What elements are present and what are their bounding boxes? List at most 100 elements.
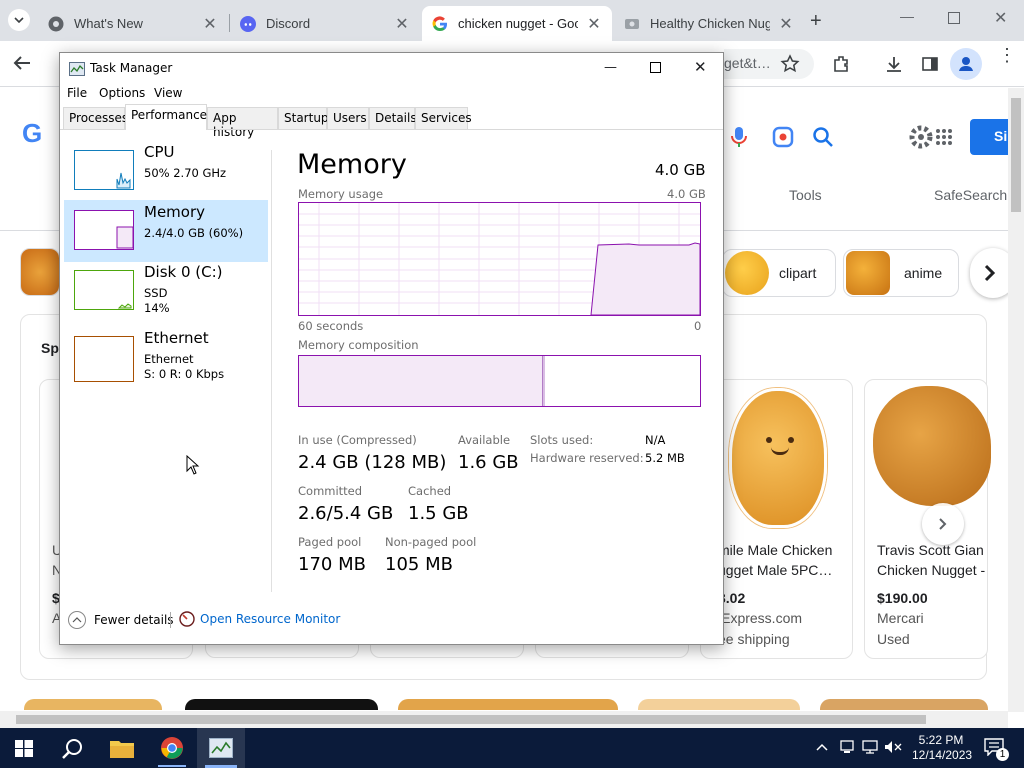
scrollbar-thumb[interactable] (16, 715, 926, 724)
chip-anime[interactable]: anime (843, 249, 959, 297)
profile-avatar[interactable] (950, 48, 982, 80)
tab-startup[interactable]: Startup (278, 107, 329, 129)
result-image[interactable] (820, 699, 988, 710)
tools-tab[interactable]: Tools (789, 185, 822, 205)
product-title[interactable]: ugget Male 5PC… (718, 560, 832, 580)
result-image[interactable] (398, 699, 618, 710)
product-title[interactable]: Chicken Nugget - (877, 560, 985, 580)
browser-tab-strip: What's New ✕ Discord ✕ chicken nugget - … (0, 0, 1024, 41)
menu-options[interactable]: Options (99, 86, 145, 100)
settings-gear-icon[interactable] (908, 124, 934, 150)
tm-close-button[interactable]: ✕ (694, 58, 707, 76)
hardware-reserved-value: 5.2 MB (645, 451, 685, 465)
menu-view[interactable]: View (154, 86, 182, 100)
non-paged-pool-value: 105 MB (385, 554, 453, 575)
tab-discord[interactable]: Discord ✕ (230, 6, 420, 41)
result-image[interactable] (638, 699, 800, 710)
volume-muted-icon[interactable] (884, 740, 902, 754)
chrome-menu-icon[interactable]: ⋮ (998, 46, 1016, 64)
tm-maximize-button[interactable] (650, 62, 661, 73)
sign-in-button[interactable]: Si (970, 119, 1008, 155)
paged-pool-label: Paged pool (298, 535, 362, 549)
tm-minimize-button[interactable]: — (604, 60, 617, 75)
product-title[interactable]: mile Male Chicken (718, 540, 832, 560)
download-icon[interactable] (884, 54, 904, 74)
cached-label: Cached (408, 484, 452, 498)
tab-services[interactable]: Services (415, 107, 472, 129)
open-resource-monitor-link[interactable]: Open Resource Monitor (179, 611, 340, 627)
device-icon[interactable] (840, 740, 854, 754)
search-icon[interactable] (812, 126, 834, 148)
chips-next-button[interactable] (970, 248, 1008, 298)
product-image (873, 386, 991, 506)
result-image[interactable] (24, 699, 162, 710)
windows-start-icon[interactable] (15, 740, 33, 757)
tab-whats-new[interactable]: What's New ✕ (38, 6, 228, 41)
memory-thumbnail-graph (74, 210, 134, 250)
task-manager-icon (69, 62, 85, 76)
extensions-icon[interactable] (831, 54, 851, 74)
tab-users[interactable]: Users (327, 107, 369, 129)
taskbar-task-manager[interactable] (197, 728, 245, 768)
close-tab-icon[interactable]: ✕ (394, 14, 410, 34)
chip-clipart[interactable]: clipart (722, 249, 836, 297)
lens-icon[interactable] (772, 126, 794, 148)
star-icon[interactable] (780, 54, 800, 74)
back-arrow-icon[interactable] (13, 55, 31, 71)
file-explorer-icon[interactable] (110, 738, 134, 758)
memory-usage-graph (298, 202, 701, 316)
active-indicator (158, 765, 186, 767)
sidebar-item-ethernet[interactable]: Ethernet Ethernet S: 0 R: 0 Kbps (64, 326, 268, 388)
side-panel-icon[interactable] (920, 54, 940, 74)
person-icon (959, 57, 973, 71)
scrollbar-thumb[interactable] (1011, 98, 1021, 212)
minimize-button[interactable]: — (900, 8, 914, 24)
tab-chicken-nugget[interactable]: chicken nugget - Goo ✕ (422, 6, 612, 41)
task-manager-icon (209, 738, 233, 758)
discord-icon (240, 15, 256, 32)
close-tab-icon[interactable]: ✕ (202, 14, 218, 34)
product-store: iExpress.com (718, 610, 803, 626)
chip-image[interactable] (20, 248, 60, 296)
network-icon[interactable] (862, 740, 878, 754)
tab-details[interactable]: Details (369, 107, 417, 129)
system-clock[interactable]: 5:22 PM 12/14/2023 (912, 733, 972, 763)
tab-performance[interactable]: Performance (125, 104, 207, 130)
close-tab-icon[interactable]: ✕ (586, 14, 602, 34)
tab-healthy-chicken[interactable]: Healthy Chicken Nugg ✕ (614, 6, 804, 41)
apps-grid-icon[interactable] (935, 128, 953, 146)
result-image[interactable] (185, 699, 378, 710)
new-tab-button[interactable]: + (810, 10, 822, 33)
tab-app-history[interactable]: App history (207, 107, 278, 139)
restore-button[interactable] (948, 12, 960, 24)
action-center-button[interactable]: 1 (984, 738, 1009, 761)
fewer-details-button[interactable]: Fewer details (68, 611, 174, 629)
sidebar-item-disk[interactable]: Disk 0 (C:) SSD 14% (64, 260, 268, 322)
chrome-icon[interactable] (160, 736, 184, 760)
menu-file[interactable]: File (67, 86, 87, 100)
page-horizontal-scrollbar[interactable] (0, 711, 1008, 728)
tab-search-button[interactable] (8, 9, 30, 31)
tab-label: chicken nugget - Goo (458, 16, 578, 31)
search-icon[interactable] (61, 737, 85, 761)
address-bar[interactable]: get&t… (724, 49, 814, 79)
sidebar-subtitle: 2.4/4.0 GB (60%) (144, 226, 244, 240)
slots-used-label: Slots used: (530, 433, 594, 447)
tab-processes[interactable]: Processes (63, 107, 128, 129)
close-window-button[interactable]: ✕ (994, 8, 1007, 28)
image-icon (625, 18, 639, 29)
sidebar-item-memory[interactable]: Memory 2.4/4.0 GB (60%) (64, 200, 268, 262)
microphone-icon[interactable] (730, 126, 748, 148)
chevron-up-icon[interactable] (816, 743, 828, 751)
in-use-value: 2.4 GB (128 MB) (298, 452, 447, 473)
sidebar-item-cpu[interactable]: CPU 50% 2.70 GHz (64, 140, 268, 202)
close-tab-icon[interactable]: ✕ (778, 14, 794, 34)
page-vertical-scrollbar[interactable] (1008, 88, 1024, 712)
carousel-next-button[interactable] (922, 503, 964, 545)
memory-composition-label: Memory composition (298, 338, 419, 352)
paged-pool-value: 170 MB (298, 554, 366, 575)
safesearch-tab[interactable]: SafeSearch (934, 185, 1007, 205)
product-title[interactable]: Travis Scott Gian (877, 540, 984, 560)
product-shipping: ee shipping (718, 631, 790, 647)
cpu-thumbnail-graph (74, 150, 134, 190)
